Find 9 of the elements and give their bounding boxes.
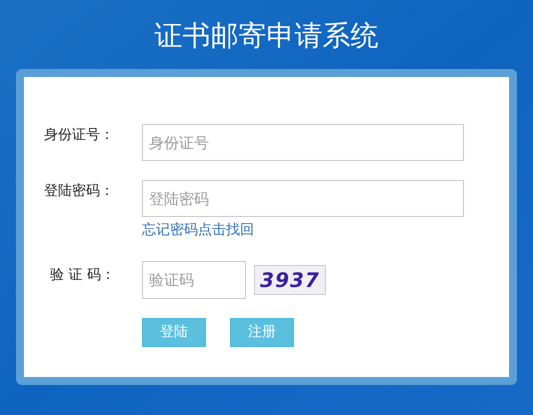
captcha-field[interactable]: 验证码 <box>142 261 246 299</box>
input-field[interactable]: 身份证号 <box>142 124 464 161</box>
captcha-image[interactable]: 3937 <box>254 265 326 295</box>
field-label: 身份证号： <box>43 126 115 145</box>
forgot-password-link[interactable]: 忘记密码点击找回 <box>142 220 254 240</box>
page-title: 证书邮寄申请系统 <box>154 18 378 54</box>
field-label: 登陆密码： <box>43 182 115 201</box>
input-field[interactable]: 登陆密码 <box>142 180 464 217</box>
field-label: 验 证 码： <box>49 266 116 285</box>
